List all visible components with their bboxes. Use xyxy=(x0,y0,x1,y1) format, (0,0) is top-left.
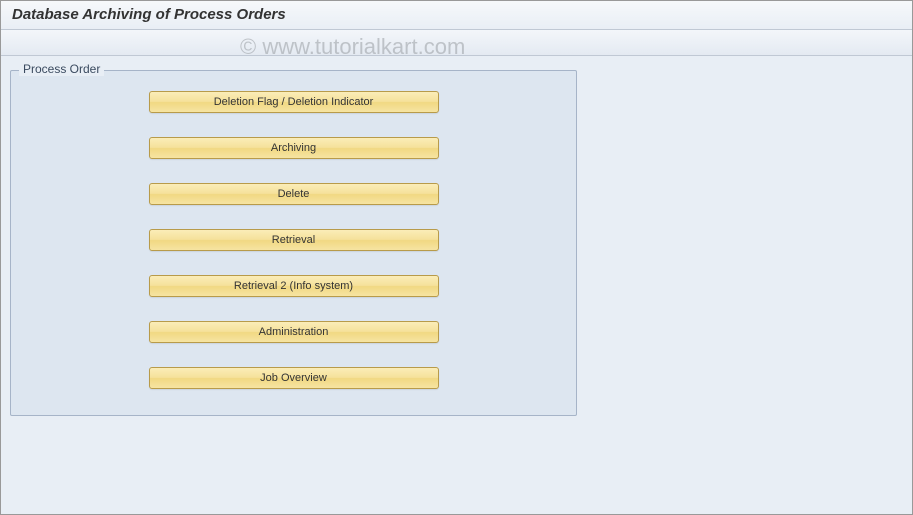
title-bar: Database Archiving of Process Orders xyxy=(0,0,913,30)
administration-button[interactable]: Administration xyxy=(149,321,439,343)
button-row: Retrieval 2 (Info system) xyxy=(23,275,564,297)
button-row: Job Overview xyxy=(23,367,564,389)
group-title: Process Order xyxy=(19,62,104,76)
button-row: Administration xyxy=(23,321,564,343)
application-toolbar xyxy=(0,30,913,56)
delete-button[interactable]: Delete xyxy=(149,183,439,205)
button-row: Retrieval xyxy=(23,229,564,251)
retrieval-2-button[interactable]: Retrieval 2 (Info system) xyxy=(149,275,439,297)
content-area: Process Order Deletion Flag / Deletion I… xyxy=(0,56,913,430)
button-row: Archiving xyxy=(23,137,564,159)
button-row: Deletion Flag / Deletion Indicator xyxy=(23,91,564,113)
deletion-flag-button[interactable]: Deletion Flag / Deletion Indicator xyxy=(149,91,439,113)
process-order-group: Process Order Deletion Flag / Deletion I… xyxy=(10,70,577,416)
archiving-button[interactable]: Archiving xyxy=(149,137,439,159)
job-overview-button[interactable]: Job Overview xyxy=(149,367,439,389)
button-row: Delete xyxy=(23,183,564,205)
retrieval-button[interactable]: Retrieval xyxy=(149,229,439,251)
page-title: Database Archiving of Process Orders xyxy=(12,6,901,23)
